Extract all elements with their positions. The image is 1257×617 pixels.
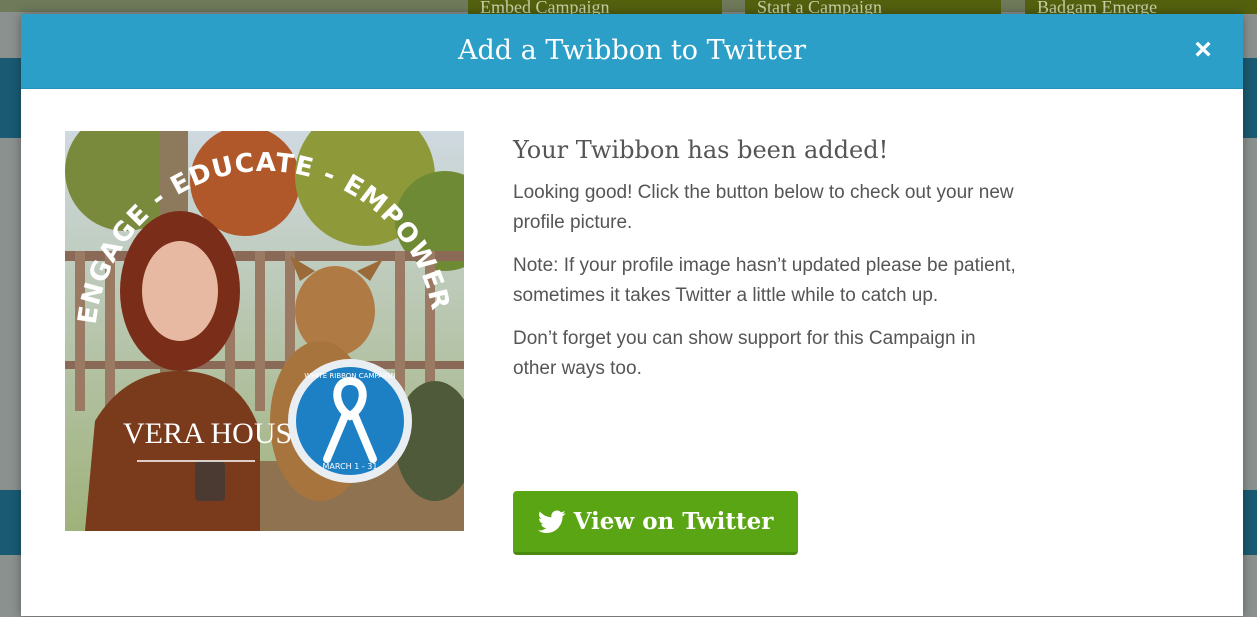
confirmation-content: Your Twibbon has been added! Looking goo… bbox=[513, 136, 1023, 397]
white-ribbon-badge: WHITE RIBBON CAMPAIGN MARCH 1 - 31 bbox=[288, 359, 412, 483]
preview-image: ENGAGE - EDUCATE - EMPOWER VERA HOUSE WH… bbox=[65, 131, 464, 531]
view-on-twitter-button[interactable]: View on Twitter bbox=[513, 491, 798, 555]
svg-text:WHITE RIBBON CAMPAIGN: WHITE RIBBON CAMPAIGN bbox=[304, 372, 396, 380]
background-teal-strip bbox=[0, 490, 22, 555]
twibbon-modal: Add a Twibbon to Twitter × ENGAGE - EDUC… bbox=[21, 14, 1243, 616]
background-teal-strip bbox=[1243, 58, 1257, 138]
background-embed-button: Embed Campaign bbox=[468, 0, 722, 14]
support-reminder: Don’t forget you can show support for th… bbox=[513, 328, 976, 379]
close-icon[interactable]: × bbox=[1189, 35, 1217, 65]
modal-header: Add a Twibbon to Twitter × bbox=[21, 14, 1243, 89]
view-on-twitter-label: View on Twitter bbox=[573, 508, 774, 535]
svg-text:MARCH 1 - 31: MARCH 1 - 31 bbox=[323, 462, 378, 471]
profile-picture-preview: ENGAGE - EDUCATE - EMPOWER VERA HOUSE WH… bbox=[65, 131, 464, 531]
background-start-button: Start a Campaign bbox=[745, 0, 1001, 14]
background-teal-strip bbox=[0, 58, 22, 138]
confirmation-message: Looking good! Click the button below to … bbox=[513, 182, 1014, 233]
background-teal-strip bbox=[1243, 490, 1257, 555]
background-other-button: Badgam Emerge bbox=[1025, 0, 1257, 14]
twitter-bird-icon bbox=[537, 509, 566, 533]
confirmation-heading: Your Twibbon has been added! bbox=[513, 136, 889, 164]
modal-title: Add a Twibbon to Twitter bbox=[458, 35, 806, 66]
vera-house-logo: VERA HOUSE bbox=[123, 417, 311, 450]
patience-note: Note: If your profile image hasn’t updat… bbox=[513, 255, 1016, 306]
